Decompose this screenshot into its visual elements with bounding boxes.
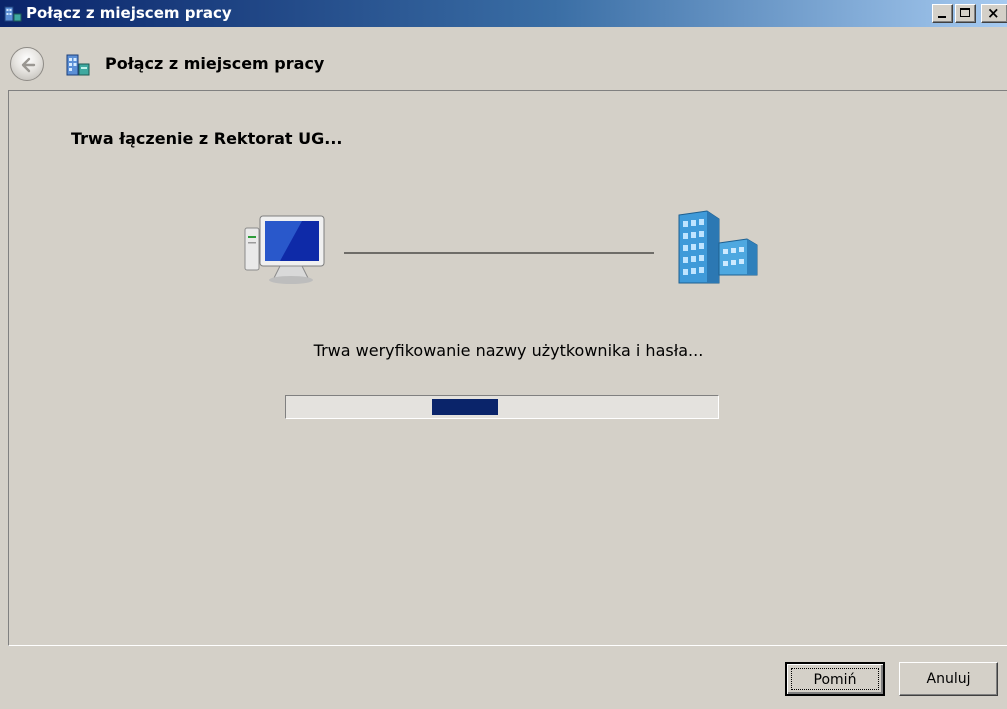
maximize-button[interactable]	[955, 4, 976, 23]
back-arrow-icon	[21, 57, 36, 73]
connection-line	[344, 252, 654, 254]
office-building-icon	[667, 209, 759, 287]
minimize-icon	[938, 16, 946, 18]
navigation-header: Połącz z miejscem pracy	[0, 27, 1007, 90]
wizard-content: Trwa łączenie z Rektorat UG... Trwa wery…	[8, 90, 1007, 646]
close-icon: ×	[987, 4, 1000, 22]
minimize-button[interactable]	[932, 4, 953, 23]
window-title: Połącz z miejscem pracy	[26, 4, 232, 22]
skip-button[interactable]: Pomiń	[785, 662, 885, 696]
connecting-heading: Trwa łączenie z Rektorat UG...	[71, 129, 343, 148]
cancel-button-label: Anuluj	[926, 671, 971, 687]
workplace-network-icon	[4, 5, 22, 23]
computer-icon	[242, 214, 332, 286]
skip-button-label: Pomiń	[813, 672, 857, 688]
status-message: Trwa weryfikowanie nazwy użytkownika i h…	[313, 341, 704, 360]
back-button[interactable]	[10, 47, 44, 81]
close-button[interactable]: ×	[981, 4, 1007, 23]
maximize-icon	[960, 8, 970, 17]
cancel-button[interactable]: Anuluj	[899, 662, 998, 696]
progress-marquee	[432, 399, 498, 415]
workplace-network-icon	[65, 52, 91, 78]
progress-bar	[285, 395, 719, 419]
connect-to-workplace-window: Połącz z miejscem pracy × Połącz z miejs…	[0, 0, 1007, 709]
page-title: Połącz z miejscem pracy	[105, 54, 325, 73]
title-bar[interactable]: Połącz z miejscem pracy ×	[0, 0, 1007, 27]
